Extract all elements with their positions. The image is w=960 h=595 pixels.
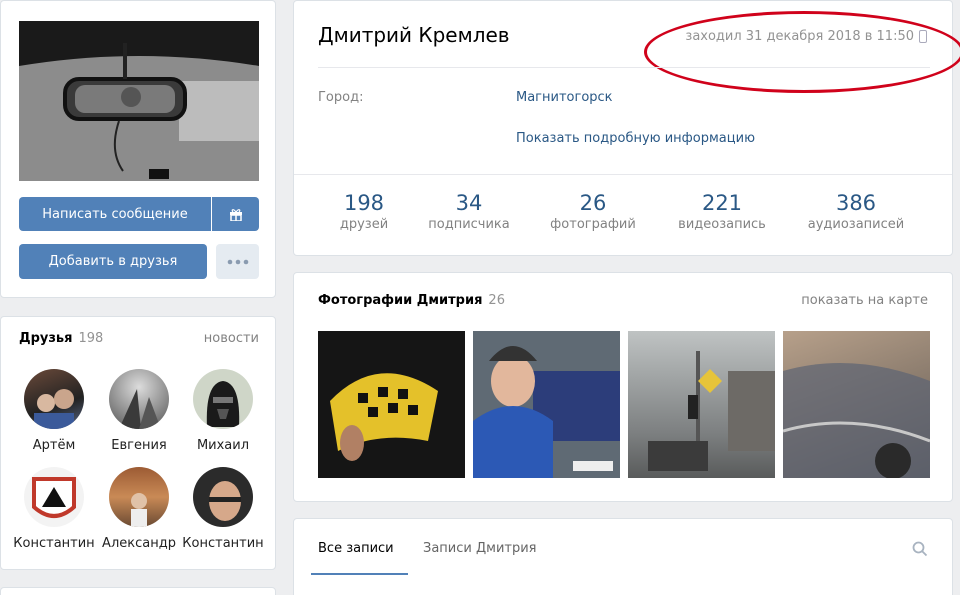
left-next-card (0, 587, 276, 595)
photo-thumbnail[interactable] (318, 331, 465, 478)
active-tab-indicator (311, 573, 408, 575)
stat-audios[interactable]: 386 аудиозаписей (791, 191, 921, 232)
friend-name[interactable]: Артём (9, 438, 99, 453)
divider (318, 67, 930, 68)
stat-photos[interactable]: 26 фотографий (528, 191, 658, 232)
stat-followers[interactable]: 34 подписчика (404, 191, 534, 232)
more-actions-button[interactable] (216, 244, 259, 279)
stat-label: подписчика (428, 217, 510, 232)
friend-item[interactable]: Михаил (178, 369, 268, 453)
photos-title-label: Фотографии Дмитрия (318, 293, 483, 308)
friend-item[interactable]: Константин (178, 467, 268, 551)
friend-name[interactable]: Константин (178, 536, 268, 551)
send-message-button[interactable]: Написать сообщение (19, 197, 211, 231)
friend-item[interactable]: Евгения (94, 369, 184, 453)
gift-icon (229, 209, 242, 221)
photos-title[interactable]: Фотографии Дмитрия 26 (318, 293, 505, 308)
friend-item[interactable]: Константин (9, 467, 99, 551)
profile-name: Дмитрий Кремлев (318, 23, 510, 47)
avatar-card: Написать сообщение Добавить в друзья (0, 0, 276, 298)
profile-avatar-photo[interactable] (19, 21, 259, 181)
friend-name[interactable]: Константин (9, 536, 99, 551)
divider (294, 174, 952, 175)
city-label: Город: (318, 90, 364, 105)
add-friend-button[interactable]: Добавить в друзья (19, 244, 207, 279)
photo-thumbnail[interactable] (783, 331, 930, 478)
stat-value: 26 (579, 191, 607, 215)
stat-videos[interactable]: 221 видеозапись (657, 191, 787, 232)
stat-value: 221 (701, 191, 743, 215)
friend-name[interactable]: Евгения (94, 438, 184, 453)
tab-all-posts[interactable]: Все записи (318, 541, 394, 556)
wall-card: Все записи Записи Дмитрия (293, 518, 953, 595)
stat-label: аудиозаписей (807, 217, 905, 232)
friend-item[interactable]: Артём (9, 369, 99, 453)
friend-avatar[interactable] (109, 467, 169, 527)
friends-header: Друзья 198 новости (19, 331, 259, 346)
profile-info-card: Дмитрий Кремлев заходил 31 декабря 2018 … (293, 0, 960, 256)
photos-count: 26 (488, 293, 505, 308)
city-value[interactable]: Магнитогорск (516, 90, 613, 105)
stat-label: видеозапись (678, 217, 766, 232)
stat-value: 386 (835, 191, 877, 215)
stat-label: фотографий (550, 217, 636, 232)
friend-avatar[interactable] (109, 369, 169, 429)
friends-title[interactable]: Друзья 198 (19, 331, 103, 346)
photo-thumbnail[interactable] (473, 331, 620, 478)
friends-count: 198 (78, 331, 104, 346)
friend-avatar[interactable] (193, 369, 253, 429)
friend-name[interactable]: Михаил (178, 438, 268, 453)
friend-name[interactable]: Александр (94, 536, 184, 551)
friends-news-link[interactable]: новости (204, 331, 259, 346)
photos-card: Фотографии Дмитрия 26 показать на карте (293, 272, 953, 502)
photo-thumbnail[interactable] (628, 331, 775, 478)
friend-avatar[interactable] (24, 467, 84, 527)
friend-item[interactable]: Александр (94, 467, 184, 551)
tab-owner-posts[interactable]: Записи Дмитрия (423, 541, 536, 556)
friend-avatar[interactable] (193, 467, 253, 527)
search-icon[interactable] (912, 541, 928, 557)
gift-button[interactable] (212, 197, 259, 231)
more-dots-icon (227, 259, 248, 264)
show-on-map-link[interactable]: показать на карте (801, 293, 928, 308)
friend-avatar[interactable] (24, 369, 84, 429)
annotation-ellipse (644, 11, 960, 93)
friends-card: Друзья 198 новости Артём Евгения Михаил К… (0, 316, 276, 570)
friends-title-label: Друзья (19, 331, 73, 346)
stat-value: 34 (455, 191, 483, 215)
show-details-link[interactable]: Показать подробную информацию (516, 131, 755, 146)
